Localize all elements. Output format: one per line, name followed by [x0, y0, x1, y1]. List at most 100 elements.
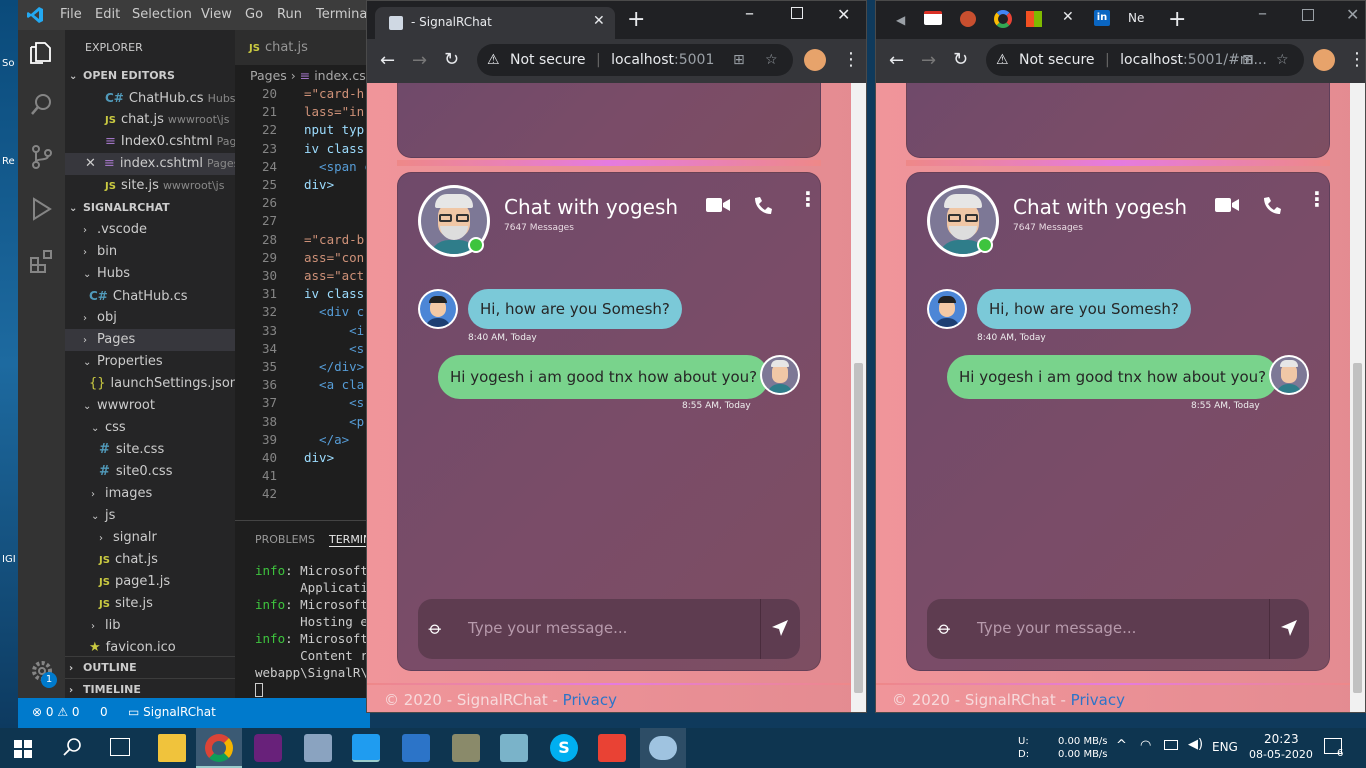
- tree-file[interactable]: # site0.css: [65, 461, 235, 483]
- tray-chevron-icon[interactable]: ^: [1116, 738, 1127, 753]
- skype-icon[interactable]: S: [550, 734, 578, 762]
- tree-folder[interactable]: › signalr: [65, 527, 235, 549]
- tree-folder[interactable]: › lib: [65, 615, 235, 637]
- notes-app-icon[interactable]: [500, 734, 528, 762]
- profile-avatar-icon[interactable]: [1313, 49, 1335, 71]
- run-debug-icon[interactable]: [29, 196, 55, 222]
- menu-selection[interactable]: Selection: [132, 7, 192, 22]
- open-editor-item-active[interactable]: ✕ ≡ index.cshtml Pages: [65, 153, 239, 175]
- menu-dots-icon[interactable]: ⋮: [842, 49, 860, 70]
- project-status[interactable]: ▭ SignalRChat: [128, 705, 216, 719]
- tab-close-icon[interactable]: ✕: [593, 13, 605, 29]
- menu-go[interactable]: Go: [245, 7, 263, 22]
- git-app-icon[interactable]: [598, 734, 626, 762]
- scrollbar-thumb[interactable]: [1353, 363, 1362, 693]
- back-icon[interactable]: ←: [380, 50, 395, 71]
- vscode-task-icon[interactable]: [352, 734, 380, 762]
- minimize-icon[interactable]: –: [745, 3, 754, 24]
- attach-paperclip-icon[interactable]: ⌀: [424, 617, 447, 640]
- start-windows-icon[interactable]: [14, 740, 32, 758]
- video-call-icon[interactable]: [706, 197, 730, 213]
- send-button[interactable]: [760, 599, 800, 659]
- tab-chat-js[interactable]: JS chat.js: [235, 30, 370, 65]
- timeline-header[interactable]: › TIMELINE: [65, 678, 235, 700]
- back-icon[interactable]: ←: [889, 50, 904, 71]
- google-tab-icon[interactable]: [994, 10, 1012, 28]
- open-editors-header[interactable]: ⌄ OPEN EDITORS: [65, 65, 235, 87]
- project-header[interactable]: ⌄ SIGNALRCHAT: [65, 197, 235, 219]
- browser-app-task[interactable]: [640, 728, 686, 768]
- forward-icon[interactable]: →: [921, 50, 936, 71]
- tree-file[interactable]: # site.css: [65, 439, 235, 461]
- tab-favicon-icon[interactable]: [960, 11, 976, 27]
- message-input[interactable]: Type your message...: [977, 619, 1136, 637]
- open-editor-item[interactable]: JS chat.js wwwroot\js: [65, 109, 235, 131]
- menu-dots-icon[interactable]: ⋮: [1348, 49, 1365, 70]
- close-window-icon[interactable]: ✕: [1346, 5, 1359, 24]
- linkedin-tab-icon[interactable]: in: [1094, 10, 1110, 26]
- close-window-icon[interactable]: ✕: [837, 5, 850, 24]
- page-scrollbar[interactable]: [851, 83, 866, 712]
- clock-date[interactable]: 08-05-2020: [1249, 748, 1313, 761]
- tree-folder[interactable]: › obj: [65, 307, 235, 329]
- tab-problems[interactable]: PROBLEMS: [255, 533, 315, 546]
- tree-folder[interactable]: ⌄ Properties: [65, 351, 235, 373]
- tree-folder[interactable]: › .vscode: [65, 219, 235, 241]
- gmail-tab-icon[interactable]: [924, 11, 942, 25]
- explorer-icon[interactable]: [28, 40, 54, 66]
- tab-close-icon[interactable]: ✕: [1062, 9, 1074, 25]
- tree-file[interactable]: {} launchSettings.json: [65, 373, 238, 395]
- volume-icon[interactable]: ◀): [1188, 737, 1203, 752]
- menu-file[interactable]: File: [60, 7, 82, 22]
- search-icon[interactable]: [62, 737, 82, 757]
- outline-header[interactable]: › OUTLINE: [65, 656, 235, 678]
- clock-time[interactable]: 20:23: [1264, 732, 1299, 746]
- url-field[interactable]: ⚠ Not secure | localhost:5001/#m... ⊞ ☆: [986, 44, 1304, 76]
- message-input[interactable]: Type your message...: [468, 619, 627, 637]
- tree-folder[interactable]: ⌄ css: [65, 417, 235, 439]
- new-tab-icon[interactable]: +: [1168, 7, 1186, 32]
- tree-folder[interactable]: › bin: [65, 241, 235, 263]
- menu-view[interactable]: View: [201, 7, 232, 22]
- tree-folder[interactable]: › images: [65, 483, 235, 505]
- ports-status[interactable]: 0: [100, 705, 108, 719]
- file-explorer-icon[interactable]: [158, 734, 186, 762]
- more-options-icon[interactable]: ⋮: [798, 187, 818, 211]
- more-options-icon[interactable]: ⋮: [1307, 187, 1327, 211]
- tree-file[interactable]: JS chat.js: [65, 549, 235, 571]
- task-view-icon[interactable]: [110, 738, 130, 756]
- search-icon[interactable]: [29, 92, 55, 118]
- open-editor-item[interactable]: JS site.js wwwroot\js: [65, 175, 235, 197]
- forward-icon[interactable]: →: [412, 50, 427, 71]
- visual-studio-icon[interactable]: [254, 734, 282, 762]
- scrollbar-thumb[interactable]: [854, 363, 863, 693]
- problems-status[interactable]: ⊗ 0 ⚠ 0: [32, 705, 80, 719]
- send-button[interactable]: [1269, 599, 1309, 659]
- menu-edit[interactable]: Edit: [95, 7, 120, 22]
- tree-folder[interactable]: ⌄ js: [65, 505, 235, 527]
- menu-run[interactable]: Run: [277, 7, 302, 22]
- reload-icon[interactable]: ↻: [444, 49, 459, 70]
- muted-tab-icon[interactable]: ◀: [896, 13, 905, 27]
- tree-file[interactable]: C# ChatHub.cs: [65, 285, 235, 307]
- tools-app-icon[interactable]: [452, 734, 480, 762]
- wifi-icon[interactable]: ◠: [1140, 738, 1151, 753]
- chrome-task[interactable]: [196, 728, 242, 768]
- tree-folder[interactable]: ⌄ wwwroot: [65, 395, 235, 417]
- extensions-icon[interactable]: [29, 248, 55, 274]
- open-editor-item[interactable]: C# ChatHub.cs Hubs: [65, 87, 236, 109]
- reload-icon[interactable]: ↻: [953, 49, 968, 70]
- browser-tab[interactable]: - SignalRChat ✕: [375, 7, 615, 39]
- network-app-icon[interactable]: [304, 734, 332, 762]
- url-field[interactable]: ⚠ Not secure | localhost:5001 ⊞ ☆: [477, 44, 793, 76]
- page-scrollbar[interactable]: [1350, 83, 1365, 712]
- open-editor-item[interactable]: ≡ Index0.cshtml Pag...: [65, 131, 247, 153]
- maximize-icon[interactable]: [1302, 9, 1314, 21]
- battery-icon[interactable]: [1164, 740, 1178, 750]
- language-indicator[interactable]: ENG: [1212, 740, 1238, 754]
- tab-title[interactable]: Ne: [1128, 11, 1144, 25]
- tree-folder[interactable]: ⌄ Hubs: [65, 263, 235, 285]
- maximize-icon[interactable]: [791, 7, 803, 19]
- tree-folder[interactable]: › Pages: [65, 329, 235, 351]
- phone-call-icon[interactable]: [752, 195, 774, 217]
